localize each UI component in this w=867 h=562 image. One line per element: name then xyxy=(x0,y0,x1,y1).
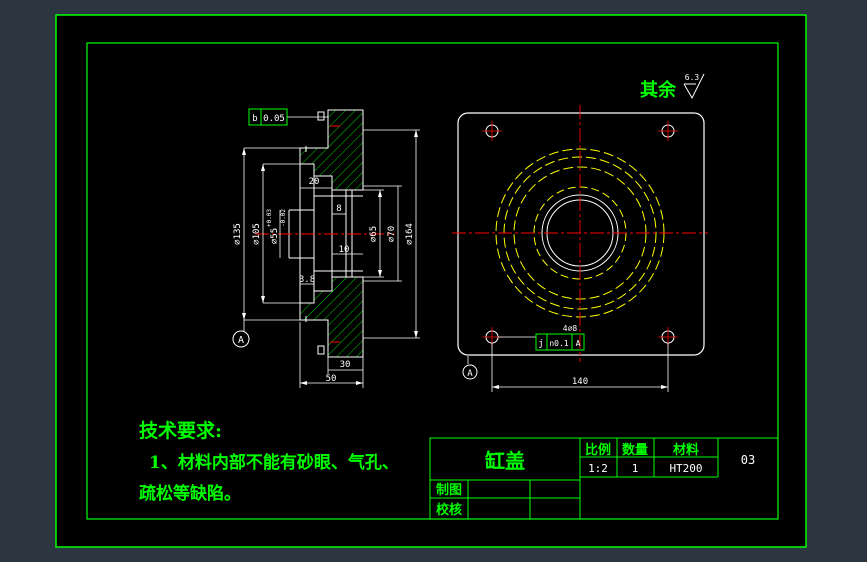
tol-bottom-datum: A xyxy=(576,339,581,348)
dim-len20: 20 xyxy=(309,177,320,187)
drawn-by-label: 制图 xyxy=(436,482,462,498)
drawing-canvas[interactable]: b 0.05 A ⌀135 ⌀105 ⌀55 +0.03 -0.02 ⌀65 ⌀… xyxy=(0,0,867,562)
hole-note: 4⌀8 xyxy=(563,324,578,333)
surface-finish-label: 其余 xyxy=(640,79,677,101)
dim-len10: 10 xyxy=(339,245,350,255)
dim-len30: 30 xyxy=(340,360,351,370)
cad-drawing-viewport[interactable]: b 0.05 A ⌀135 ⌀105 ⌀55 +0.03 -0.02 ⌀65 ⌀… xyxy=(0,0,867,562)
qty-value: 1 xyxy=(632,462,639,475)
part-name: 缸盖 xyxy=(485,449,525,473)
tech-line-1: 1、材料内部不能有砂眼、气孔、 xyxy=(149,452,399,473)
tol-left-symbol: b xyxy=(252,114,257,124)
dim-d105: ⌀105 xyxy=(252,223,262,245)
dim-len3-8: 3.8 xyxy=(299,275,315,285)
surface-finish-value: 6.3 xyxy=(685,73,700,82)
tech-title: 技术要求: xyxy=(139,419,222,442)
tol-bottom-symbol: j xyxy=(538,339,543,349)
tol-bottom-zone: n0.1 xyxy=(549,339,568,348)
checked-by-label: 校核 xyxy=(436,502,462,518)
dim-len50: 50 xyxy=(326,374,337,384)
dim-d135: ⌀135 xyxy=(233,223,243,245)
datum-right-label: A xyxy=(467,369,473,379)
tech-line-2: 疏松等缺陷。 xyxy=(139,483,241,504)
dim-d55-upper: +0.03 xyxy=(266,209,273,227)
datum-left-label: A xyxy=(238,335,244,346)
dim-d70: ⌀70 xyxy=(387,226,397,242)
col-material: 材料 xyxy=(673,442,699,458)
tol-left-value: 0.05 xyxy=(263,114,285,124)
col-scale: 比例 xyxy=(585,442,611,458)
drawing-number: 03 xyxy=(741,453,755,467)
dim-len8: 8 xyxy=(336,204,341,214)
dim-len140: 140 xyxy=(572,377,588,387)
dim-d65: ⌀65 xyxy=(369,226,379,242)
material-value: HT200 xyxy=(669,462,702,475)
scale-value: 1:2 xyxy=(588,462,608,475)
dim-d164: ⌀164 xyxy=(405,223,415,245)
dim-d55: ⌀55 xyxy=(270,228,280,244)
dim-d55-lower: -0.02 xyxy=(280,209,287,227)
col-qty: 数量 xyxy=(622,442,648,458)
